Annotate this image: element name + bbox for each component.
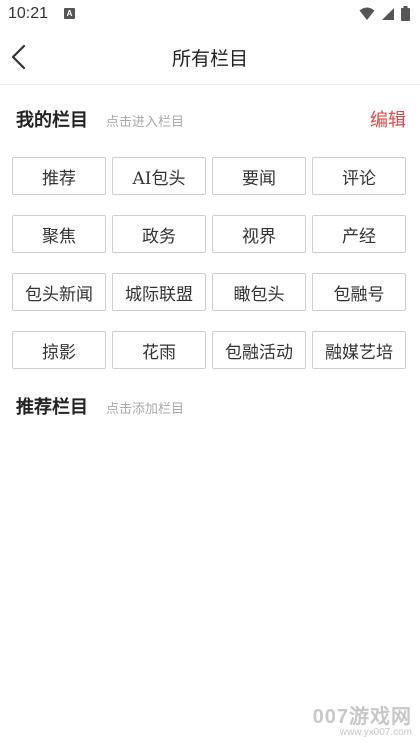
battery-icon: [401, 6, 410, 21]
edit-button[interactable]: 编辑: [370, 106, 406, 132]
channel-chip[interactable]: 要闻: [212, 157, 306, 195]
channel-chip[interactable]: 推荐: [12, 157, 106, 195]
channel-chip[interactable]: 聚焦: [12, 215, 106, 253]
channel-chip[interactable]: 政务: [112, 215, 206, 253]
wifi-icon: [359, 7, 375, 20]
page-title: 所有栏目: [171, 48, 248, 70]
my-channels-header: 我的栏目 点击进入栏目 编辑: [16, 106, 406, 136]
channel-chip[interactable]: 花雨: [112, 331, 206, 369]
recommended-channels-hint: 点击添加栏目: [106, 402, 185, 417]
recommended-channels-header: 推荐栏目 点击添加栏目: [16, 393, 406, 423]
status-icons: [359, 6, 410, 21]
status-bar: 10:21 A: [0, 0, 420, 30]
channel-chip[interactable]: 视界: [212, 215, 306, 253]
channel-chip[interactable]: 评论: [312, 157, 406, 195]
channel-chip[interactable]: 城际联盟: [112, 273, 206, 311]
channel-chip[interactable]: 融媒艺培: [312, 331, 406, 369]
watermark-main: 007游戏网: [312, 706, 412, 728]
channel-chip[interactable]: AI包头: [112, 157, 206, 195]
status-time: 10:21: [8, 5, 49, 22]
channel-chip[interactable]: 瞰包头: [212, 273, 306, 311]
watermark: 007游戏网 www.yx007.com: [313, 700, 412, 738]
recommended-channels-title: 推荐栏目: [16, 397, 88, 418]
channel-chip[interactable]: 产经: [312, 215, 406, 253]
channel-chip[interactable]: 掠影: [12, 331, 106, 369]
channel-chip[interactable]: 包头新闻: [12, 273, 106, 311]
notification-badge-icon: A: [64, 8, 75, 19]
channel-chip[interactable]: 包融号: [312, 273, 406, 311]
my-channels-title: 我的栏目: [16, 110, 88, 131]
nav-bar: 所有栏目: [0, 30, 420, 85]
my-channels-hint: 点击进入栏目: [106, 115, 185, 130]
channel-chip[interactable]: 包融活动: [212, 331, 306, 369]
signal-icon: [382, 7, 394, 20]
